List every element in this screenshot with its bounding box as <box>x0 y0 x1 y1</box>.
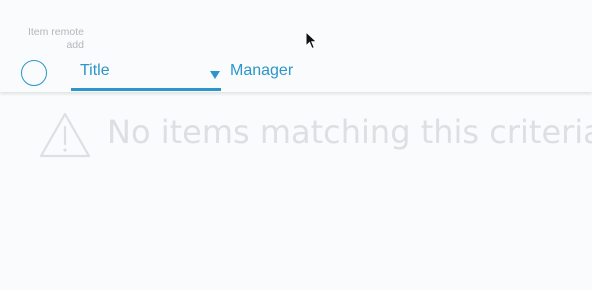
dropdown-arrow-icon <box>210 71 220 79</box>
sort-field-select[interactable]: Title <box>71 56 221 91</box>
manager-button[interactable]: Manager <box>230 62 293 80</box>
sort-field-value: Title <box>80 62 110 79</box>
mouse-cursor-icon <box>305 31 318 50</box>
remote-add-label: Item remote add <box>27 26 84 51</box>
select-underline <box>71 88 221 91</box>
warning-icon <box>39 112 91 158</box>
list-toolbar: Item remote add Title Manager <box>0 0 592 92</box>
select-all-checkbox[interactable] <box>21 60 47 86</box>
empty-state-message: No items matching this criteria <box>107 113 592 151</box>
